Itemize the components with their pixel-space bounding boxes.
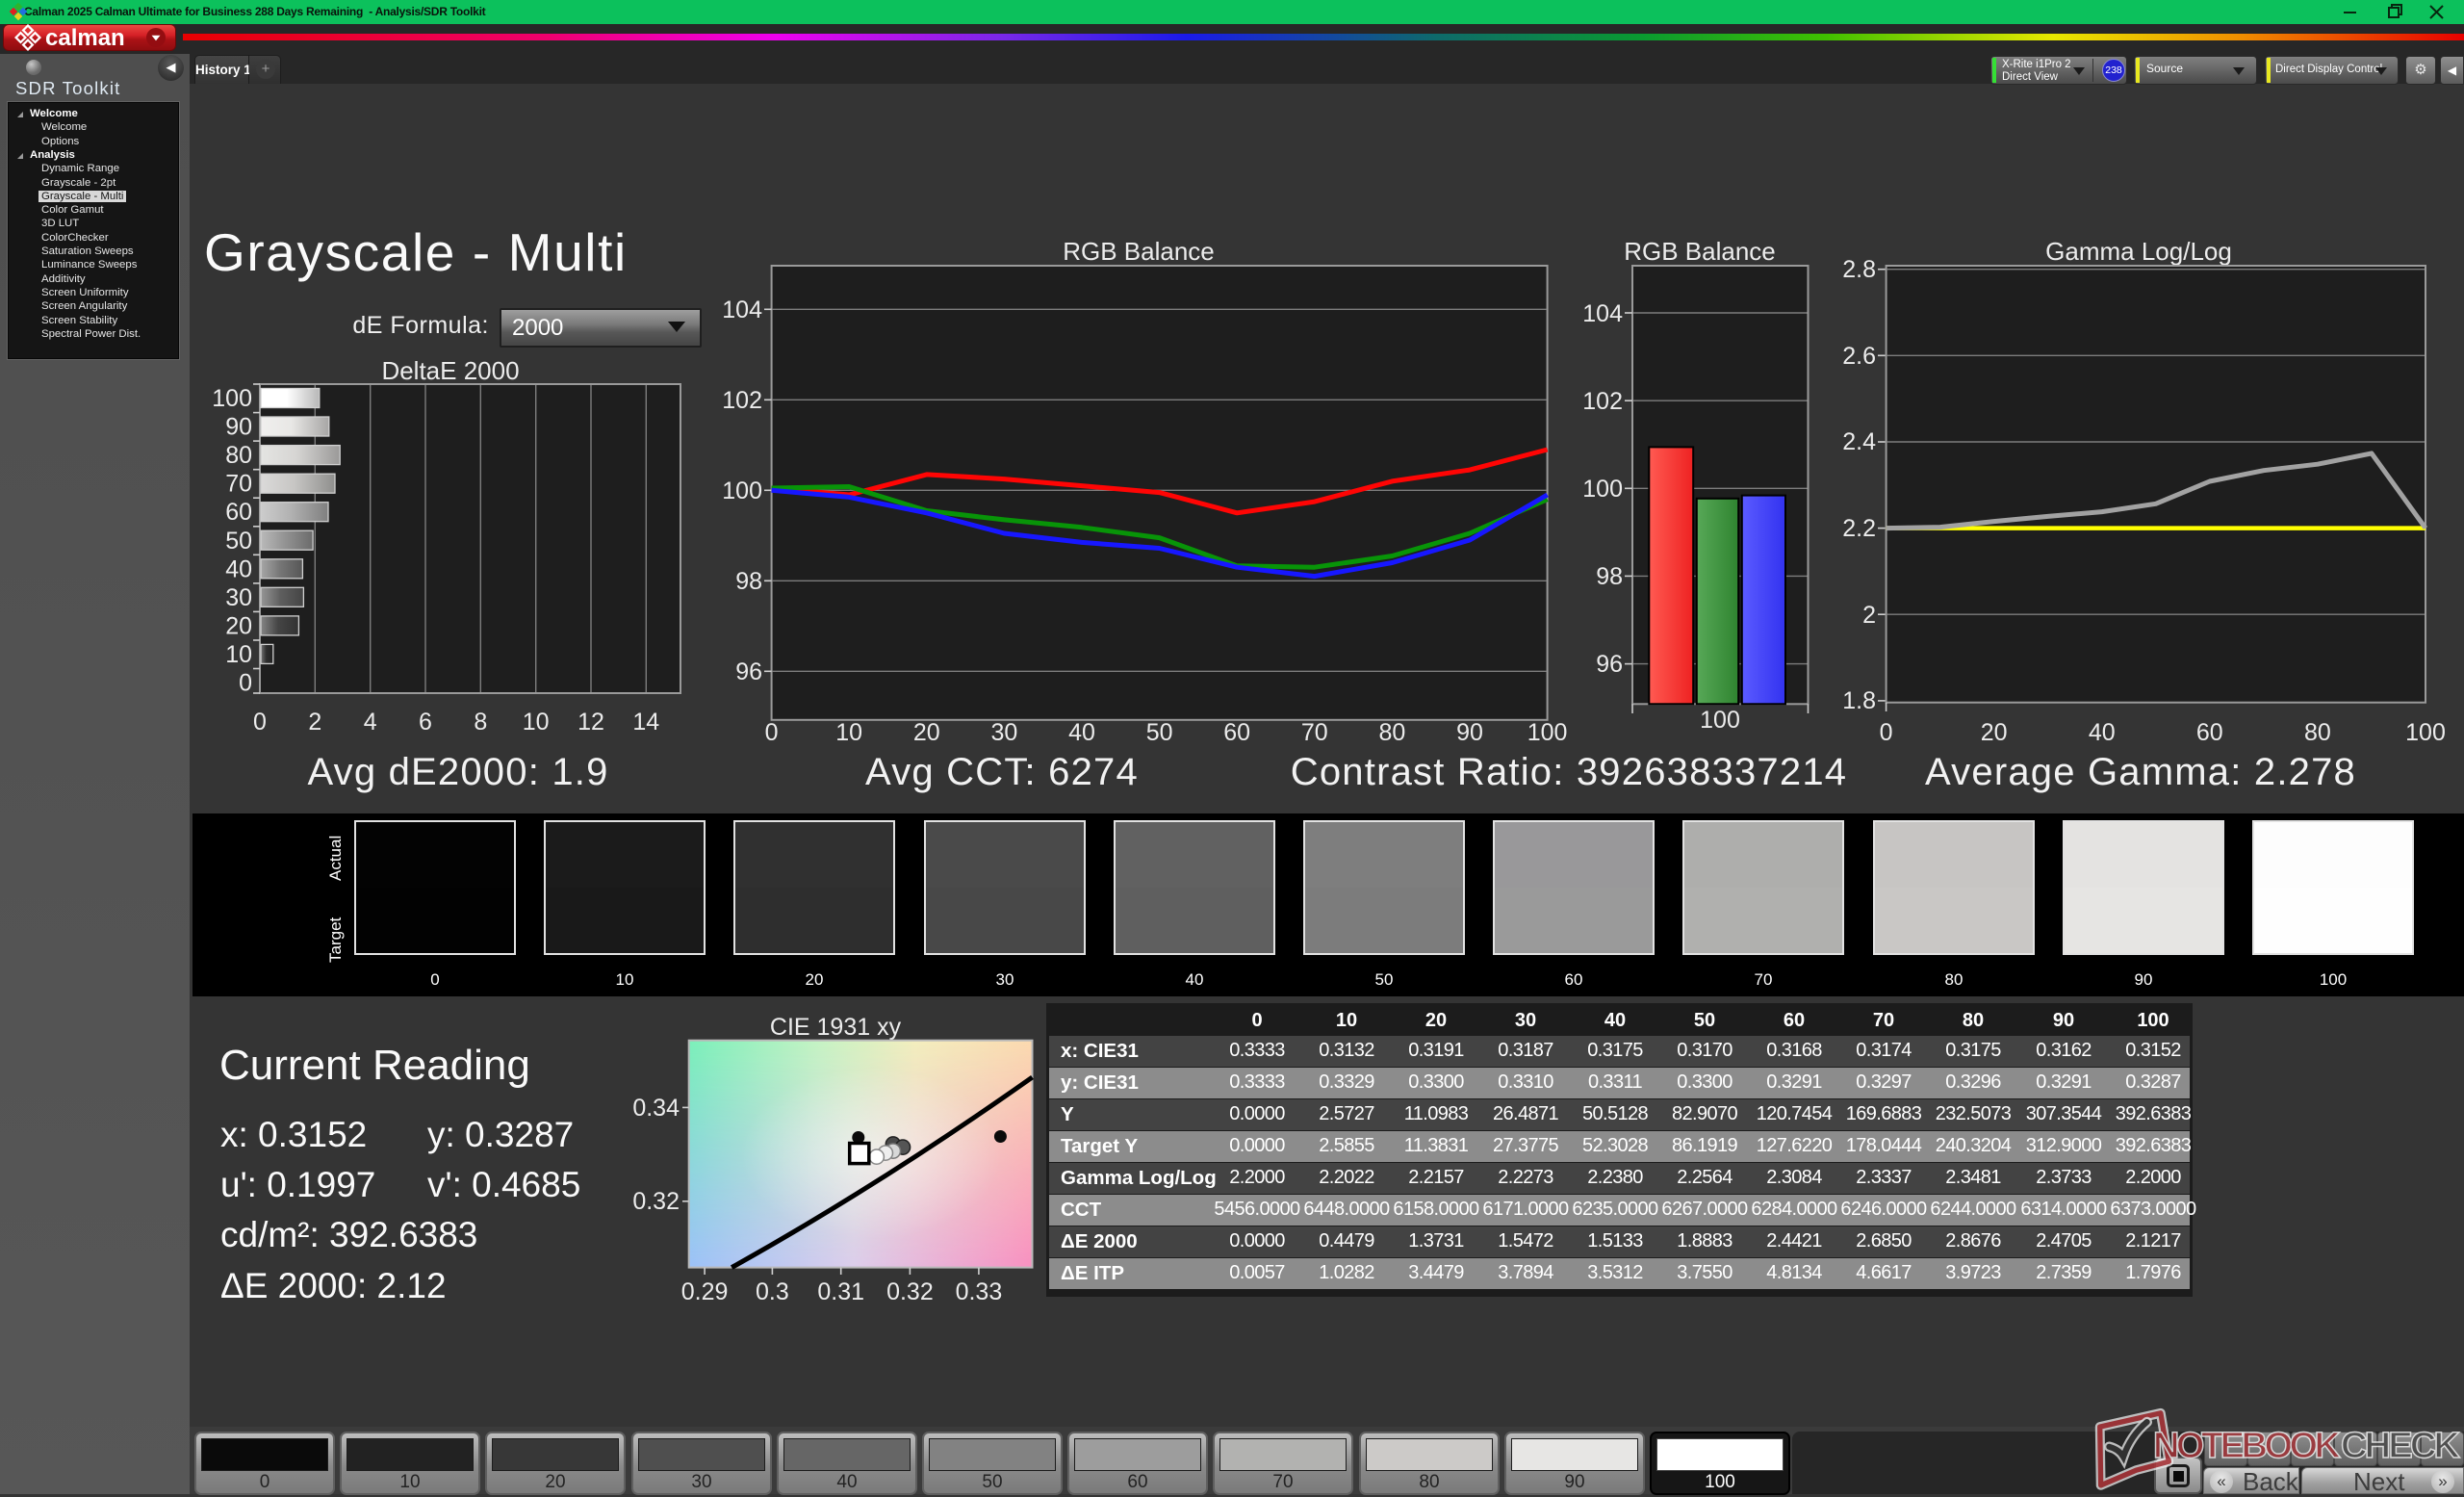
svg-text:100: 100 [722,477,762,504]
svg-text:104: 104 [1582,300,1623,327]
svg-text:0.31: 0.31 [817,1278,864,1305]
svg-text:0: 0 [253,709,267,736]
svg-text:98: 98 [1596,563,1623,590]
svg-text:0: 0 [239,670,252,697]
svg-text:0.32: 0.32 [886,1278,934,1305]
svg-text:30: 30 [225,584,252,611]
svg-text:1.8: 1.8 [1842,687,1876,714]
svg-text:12: 12 [578,709,604,736]
svg-text:2.6: 2.6 [1842,343,1876,370]
svg-text:50: 50 [1146,719,1173,746]
svg-text:40: 40 [2089,719,2116,746]
svg-text:0.34: 0.34 [632,1095,680,1122]
svg-text:98: 98 [735,568,762,595]
svg-text:100: 100 [1527,719,1568,746]
svg-text:2.8: 2.8 [1842,256,1876,283]
svg-text:8: 8 [474,709,487,736]
svg-text:CIE 1931 xy: CIE 1931 xy [770,1014,902,1041]
svg-text:0: 0 [765,719,779,746]
svg-text:10: 10 [225,641,252,668]
svg-text:100: 100 [1582,476,1623,503]
svg-text:70: 70 [1301,719,1328,746]
svg-text:0.29: 0.29 [681,1278,729,1305]
svg-text:70: 70 [225,471,252,498]
svg-text:60: 60 [1223,719,1250,746]
svg-text:20: 20 [225,612,252,639]
svg-text:10: 10 [835,719,862,746]
svg-text:calman: calman [45,25,125,51]
svg-text:2.2: 2.2 [1842,515,1876,542]
svg-text:96: 96 [735,658,762,685]
svg-text:DeltaE 2000: DeltaE 2000 [381,356,519,385]
svg-text:40: 40 [225,555,252,582]
svg-text:20: 20 [1981,719,2008,746]
svg-text:96: 96 [1596,651,1623,678]
svg-text:40: 40 [1068,719,1095,746]
svg-text:50: 50 [225,528,252,555]
svg-text:NOTEBOOK: NOTEBOOK [2153,1426,2342,1466]
svg-text:0: 0 [1880,719,1893,746]
svg-text:10: 10 [523,709,550,736]
svg-text:0.32: 0.32 [632,1188,680,1215]
svg-text:102: 102 [722,387,762,414]
svg-text:60: 60 [225,499,252,526]
svg-text:CHECK: CHECK [2341,1426,2461,1466]
svg-text:4: 4 [364,709,377,736]
svg-text:20: 20 [913,719,940,746]
svg-text:Gamma Log/Log: Gamma Log/Log [2045,237,2232,266]
svg-text:14: 14 [632,709,659,736]
svg-text:RGB Balance: RGB Balance [1624,237,1776,266]
svg-text:6: 6 [419,709,432,736]
svg-text:30: 30 [990,719,1017,746]
svg-text:80: 80 [1378,719,1405,746]
svg-text:90: 90 [225,414,252,441]
svg-text:0.3: 0.3 [756,1278,789,1305]
svg-text:2.4: 2.4 [1842,428,1876,455]
svg-text:100: 100 [2405,719,2446,746]
svg-text:102: 102 [1582,388,1623,415]
svg-text:RGB Balance: RGB Balance [1063,237,1215,266]
svg-text:80: 80 [2304,719,2331,746]
svg-text:80: 80 [225,442,252,469]
svg-text:2: 2 [1862,602,1876,629]
svg-text:104: 104 [722,297,762,323]
svg-text:100: 100 [1700,707,1740,734]
svg-text:60: 60 [2196,719,2223,746]
svg-text:0.33: 0.33 [956,1278,1003,1305]
svg-text:100: 100 [212,385,252,412]
svg-text:2: 2 [308,709,321,736]
svg-text:90: 90 [1456,719,1483,746]
